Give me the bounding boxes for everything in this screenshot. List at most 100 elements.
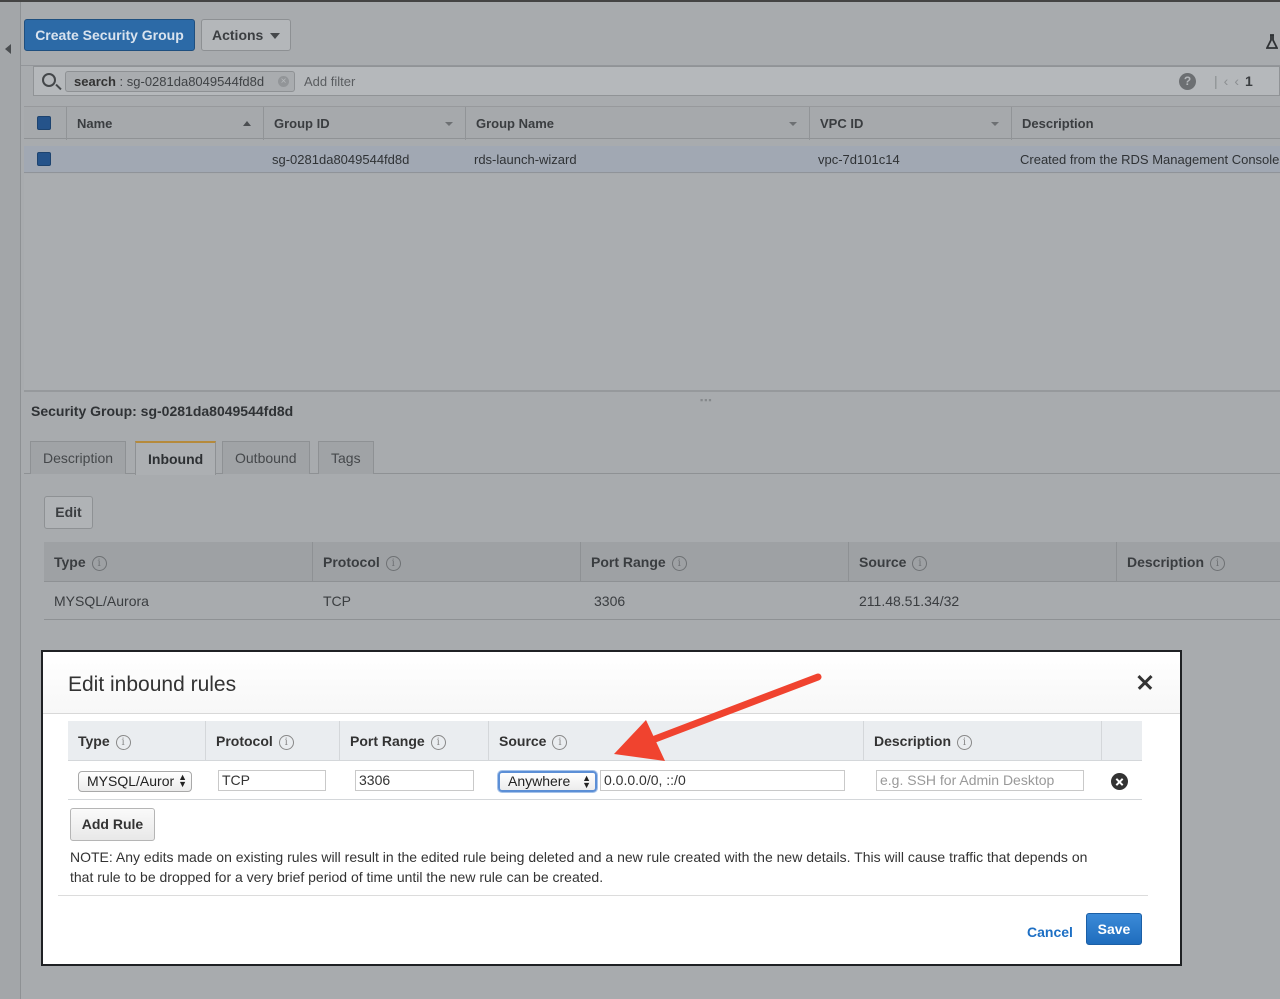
rules-column-description: Description i [1117, 542, 1280, 582]
dialog-column-type: Type i [68, 721, 206, 761]
info-icon[interactable]: i [1210, 556, 1226, 571]
dialog-rule-row: MYSQL/Auror ▲ ▼ TCP 3306 Anywhere ▲ ▼ 0.0.… [68, 762, 1142, 800]
dialog-rules-header: Type i Protocol i Port Range i Source i Desc… [68, 721, 1142, 761]
add-rule-button[interactable]: Add Rule [70, 808, 155, 841]
column-group-name[interactable]: Group Name [465, 107, 809, 140]
row-vpc-id: vpc-7d101c14 [818, 152, 900, 167]
rule-port-range: 3306 [594, 593, 626, 609]
rules-column-port-range-label: Port Range [591, 554, 666, 570]
info-icon[interactable]: i [385, 556, 401, 571]
tab-description[interactable]: Description [30, 441, 127, 474]
protocol-field[interactable]: TCP [218, 770, 326, 791]
rules-column-protocol: Protocol i [313, 542, 581, 582]
source-select-value: Anywhere [508, 773, 571, 789]
select-arrows-icon: ▲ ▼ [178, 772, 187, 789]
rules-column-source: Source i [849, 542, 1117, 582]
row-description: Created from the RDS Management Console [1020, 152, 1280, 167]
search-icon [42, 73, 56, 87]
rule-type: MYSQL/Aurora [54, 593, 149, 609]
rule-protocol: TCP [323, 593, 351, 609]
rules-column-protocol-label: Protocol [323, 554, 380, 570]
tab-inbound[interactable]: Inbound [135, 441, 217, 475]
info-icon[interactable]: i [91, 556, 107, 571]
actions-label: Actions [212, 27, 264, 43]
dialog-column-port-range: Port Range i [340, 721, 489, 761]
remove-filter-icon[interactable]: × [278, 76, 289, 87]
filter-token-key: search [74, 74, 116, 89]
tab-tags[interactable]: Tags [318, 441, 374, 474]
rule-type-select[interactable]: MYSQL/Auror ▲ ▼ [78, 771, 192, 792]
create-security-group-button[interactable]: Create Security Group [24, 19, 195, 51]
edit-inbound-rules-dialog: Edit inbound rules Type i Protocol i Port … [41, 650, 1182, 966]
rules-column-type-label: Type [54, 554, 86, 570]
info-icon[interactable]: i [957, 735, 973, 750]
row-checkbox[interactable] [37, 152, 51, 166]
dialog-column-description-label: Description [874, 733, 952, 749]
flask-icon[interactable] [1266, 34, 1278, 50]
dialog-column-protocol-label: Protocol [216, 733, 273, 749]
dialog-header: Edit inbound rules [43, 652, 1180, 714]
info-icon[interactable]: i [671, 556, 687, 571]
column-group-name-label: Group Name [476, 116, 555, 131]
sort-ascending-icon [243, 121, 251, 126]
dialog-column-description: Description i [864, 721, 1102, 761]
inbound-rule-row: MYSQL/Aurora TCP 3306 211.48.51.34/32 [44, 583, 1280, 620]
first-page-icon[interactable]: |‹ [1214, 73, 1234, 89]
sort-icon [991, 122, 999, 126]
edit-warning-note: NOTE: Any edits made on existing rules w… [70, 849, 1088, 885]
details-title: Security Group: sg-0281da8049544fd8d [31, 403, 294, 419]
select-all-checkbox[interactable] [37, 116, 51, 130]
remove-rule-icon[interactable] [1111, 773, 1128, 790]
port-range-field[interactable]: 3306 [355, 770, 474, 791]
collapse-arrow-icon[interactable] [5, 44, 11, 54]
filter-token[interactable]: search : sg-0281da8049544fd8d × [65, 71, 295, 92]
source-cidr-field[interactable]: 0.0.0.0/0, ::/0 [600, 770, 845, 791]
info-icon[interactable]: i [912, 556, 928, 571]
column-group-id[interactable]: Group ID [263, 107, 465, 140]
close-icon[interactable] [1133, 670, 1157, 694]
sort-icon [445, 122, 453, 126]
table-empty-area [24, 174, 1280, 390]
prev-page-icon[interactable]: ‹ [1234, 73, 1245, 89]
add-filter-input[interactable]: Add filter [304, 74, 355, 89]
dialog-column-port-range-label: Port Range [350, 733, 425, 749]
info-icon[interactable]: i [278, 735, 294, 750]
column-name[interactable]: Name [66, 107, 263, 140]
column-description[interactable]: Description [1011, 107, 1280, 140]
cancel-button[interactable]: Cancel [1027, 924, 1073, 940]
info-icon[interactable]: i [552, 735, 568, 750]
splitter-grip-icon[interactable]: ▪▪▪ [700, 395, 713, 405]
info-icon[interactable]: i [430, 735, 446, 750]
window-top-border [0, 0, 1280, 2]
details-tabs: Description Inbound Outbound Tags [24, 441, 1280, 475]
dialog-footer-divider [58, 895, 1148, 896]
pane-splitter[interactable]: ▪▪▪ [24, 390, 1280, 405]
edit-rules-button[interactable]: Edit [44, 496, 93, 529]
inbound-rules-header: Type i Protocol i Port Range i Source i Desc… [44, 542, 1280, 582]
help-icon[interactable]: ? [1179, 73, 1196, 90]
source-select[interactable]: Anywhere ▲ ▼ [498, 771, 597, 792]
table-row[interactable]: sg-0281da8049544fd8d rds-launch-wizard v… [24, 146, 1280, 173]
rules-column-port-range: Port Range i [581, 542, 849, 582]
dialog-column-protocol: Protocol i [206, 721, 340, 761]
column-vpc-id[interactable]: VPC ID [809, 107, 1011, 140]
info-icon[interactable]: i [115, 735, 131, 750]
description-field[interactable]: e.g. SSH for Admin Desktop [876, 770, 1084, 791]
chevron-down-icon [270, 33, 280, 39]
column-group-id-label: Group ID [274, 116, 330, 131]
select-arrows-icon: ▲ ▼ [582, 773, 591, 790]
column-name-label: Name [77, 116, 113, 131]
search-filter-bar[interactable]: search : sg-0281da8049544fd8d × Add filt… [33, 66, 1280, 96]
dialog-title: Edit inbound rules [68, 673, 237, 696]
pagination: |‹‹1 [1214, 73, 1253, 89]
rule-source: 211.48.51.34/32 [859, 593, 960, 609]
column-vpc-id-label: VPC ID [820, 116, 864, 131]
nav-collapse-rail[interactable] [0, 2, 21, 999]
save-button[interactable]: Save [1086, 913, 1142, 945]
dialog-column-source: Source i [489, 721, 864, 761]
tab-outbound[interactable]: Outbound [222, 441, 310, 474]
filter-token-value: sg-0281da8049544fd8d [126, 74, 265, 89]
rule-type-value: MYSQL/Auror [87, 773, 175, 789]
rules-column-source-label: Source [859, 554, 907, 570]
actions-dropdown-button[interactable]: Actions [201, 19, 291, 51]
